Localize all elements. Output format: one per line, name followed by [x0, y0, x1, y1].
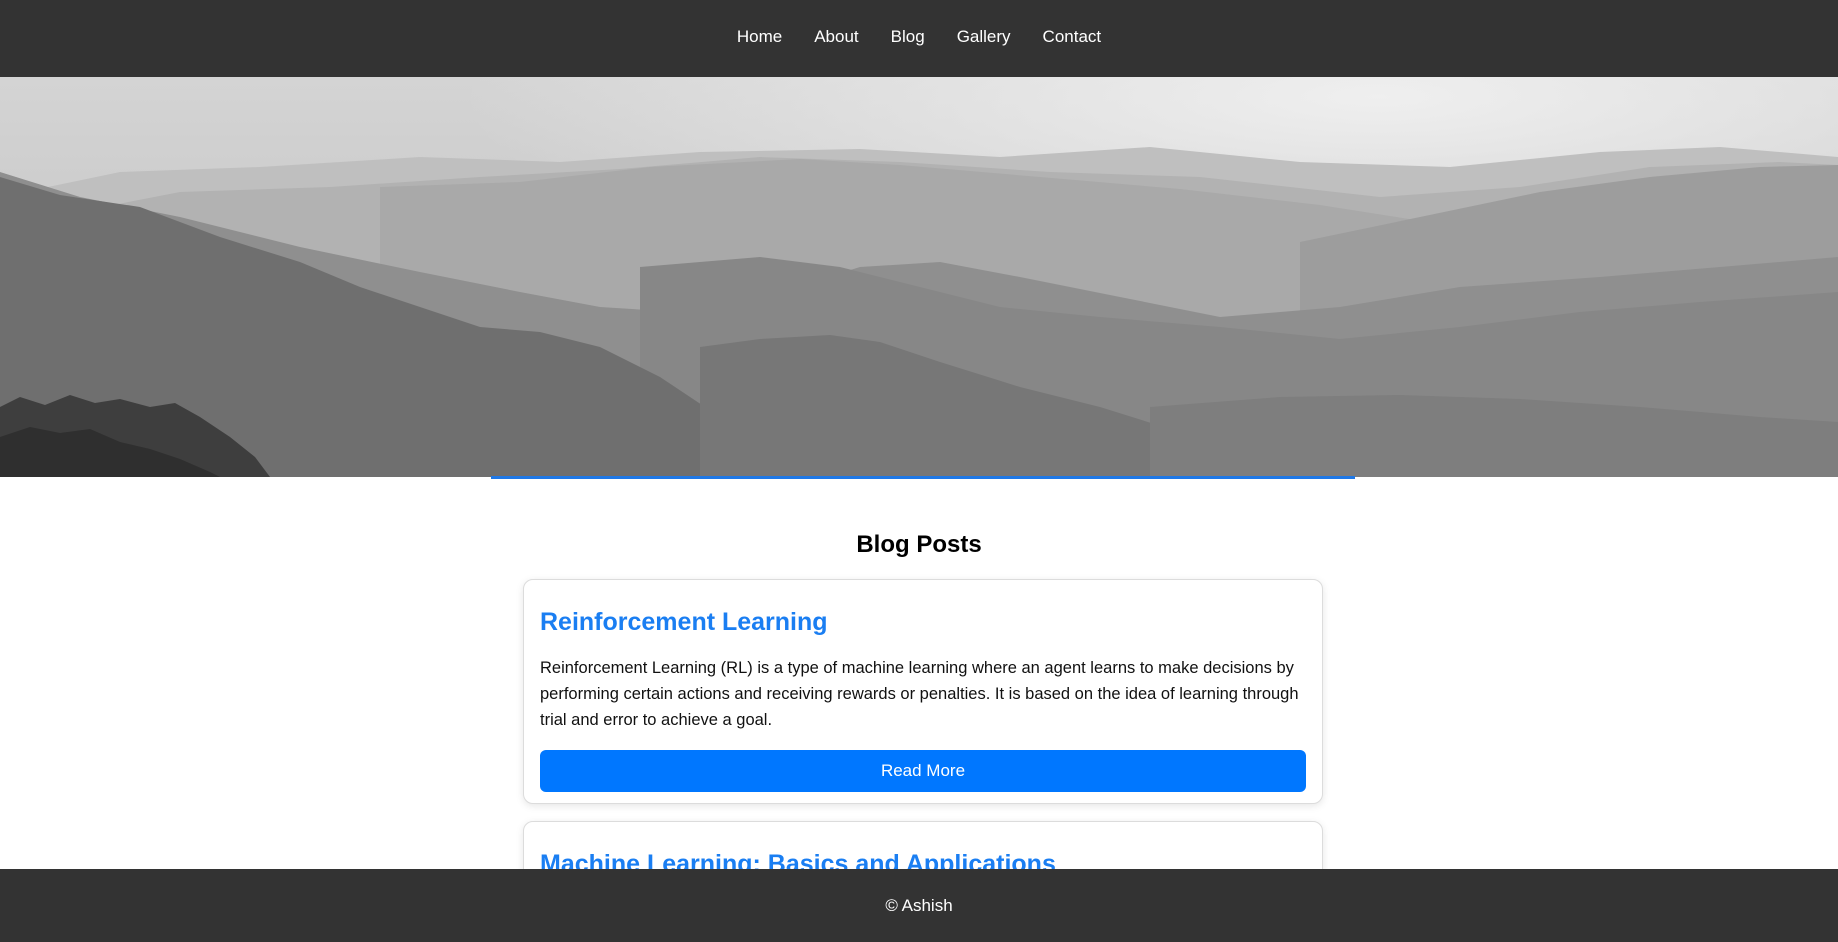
blog-post-card: Machine Learning: Basics and Application…: [523, 821, 1323, 869]
footer-copyright: © Ashish: [885, 895, 953, 915]
nav-link-gallery[interactable]: Gallery: [941, 27, 1027, 47]
page-footer: © Ashish: [0, 869, 1838, 942]
post-excerpt: Reinforcement Learning (RL) is a type of…: [540, 659, 1299, 729]
read-more-button[interactable]: Read More: [540, 750, 1306, 792]
nav-item-about: About: [798, 27, 874, 47]
nav-menu: Home About Blog Gallery Contact: [721, 27, 1117, 47]
nav-link-contact[interactable]: Contact: [1027, 27, 1118, 47]
nav-item-blog: Blog: [875, 27, 941, 47]
nav-item-contact: Contact: [1027, 27, 1118, 47]
section-title: Blog Posts: [856, 531, 982, 558]
nav-link-about[interactable]: About: [798, 27, 874, 47]
post-title[interactable]: Machine Learning: Basics and Application…: [540, 850, 1306, 869]
nav-item-home: Home: [721, 27, 798, 47]
nav-item-gallery: Gallery: [941, 27, 1027, 47]
nav-link-home[interactable]: Home: [721, 27, 798, 47]
post-title[interactable]: Reinforcement Learning: [540, 608, 1306, 637]
nav-link-blog[interactable]: Blog: [875, 27, 941, 47]
mountain-landscape-image: [0, 77, 1838, 477]
blog-post-card: Reinforcement Learning Reinforcement Lea…: [523, 579, 1323, 804]
hero-banner-image: [0, 77, 1838, 477]
top-navbar: Home About Blog Gallery Contact: [0, 0, 1838, 77]
main-content: Blog Posts Reinforcement Learning Reinfo…: [0, 479, 1838, 869]
